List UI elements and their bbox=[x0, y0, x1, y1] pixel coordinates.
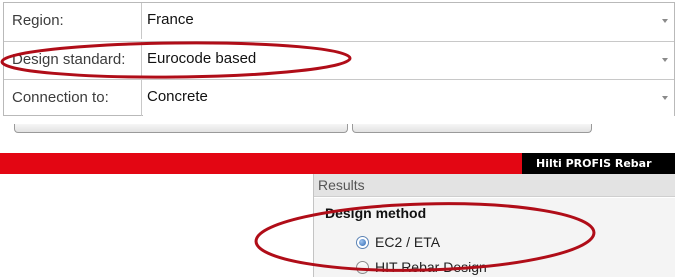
chevron-down-icon[interactable] bbox=[662, 58, 668, 62]
design-standard-dropdown[interactable]: Eurocode based bbox=[143, 42, 674, 78]
region-row: Region: France bbox=[4, 3, 674, 39]
radio-ec2-eta-label: EC2 / ETA bbox=[375, 234, 441, 250]
results-header: Results bbox=[314, 174, 675, 197]
design-standard-label: Design standard: bbox=[4, 42, 142, 78]
design-standard-row: Design standard: Eurocode based bbox=[4, 41, 674, 78]
radio-ec2-eta[interactable]: EC2 / ETA bbox=[356, 232, 440, 252]
radio-hit-rebar-design[interactable]: HIT Rebar Design bbox=[356, 257, 487, 277]
header-bar: Hilti PROFIS Rebar bbox=[0, 153, 675, 174]
radio-hit-rebar-design-label: HIT Rebar Design bbox=[375, 259, 487, 275]
partial-button-left[interactable] bbox=[14, 124, 348, 133]
results-panel: Results Design method EC2 / ETA HIT Reba… bbox=[313, 174, 675, 277]
connection-label: Connection to: bbox=[4, 80, 142, 116]
results-body: Design method EC2 / ETA HIT Rebar Design bbox=[314, 198, 675, 277]
radio-checked-icon[interactable] bbox=[356, 235, 369, 249]
settings-grid: Region: France Design standard: Eurocode… bbox=[3, 2, 675, 116]
connection-value: Concrete bbox=[147, 88, 208, 105]
design-method-title: Design method bbox=[325, 205, 427, 221]
region-label: Region: bbox=[4, 3, 142, 39]
region-dropdown[interactable]: France bbox=[143, 3, 674, 39]
radio-unchecked-icon[interactable] bbox=[356, 260, 369, 274]
app-title: Hilti PROFIS Rebar bbox=[522, 153, 675, 174]
connection-dropdown[interactable]: Concrete bbox=[143, 80, 674, 116]
button-strip bbox=[0, 124, 675, 134]
chevron-down-icon[interactable] bbox=[662, 96, 668, 100]
connection-row: Connection to: Concrete bbox=[4, 79, 674, 116]
chevron-down-icon[interactable] bbox=[662, 19, 668, 23]
design-standard-value: Eurocode based bbox=[147, 50, 257, 67]
region-value: France bbox=[147, 11, 194, 28]
partial-button-right[interactable] bbox=[352, 124, 592, 133]
